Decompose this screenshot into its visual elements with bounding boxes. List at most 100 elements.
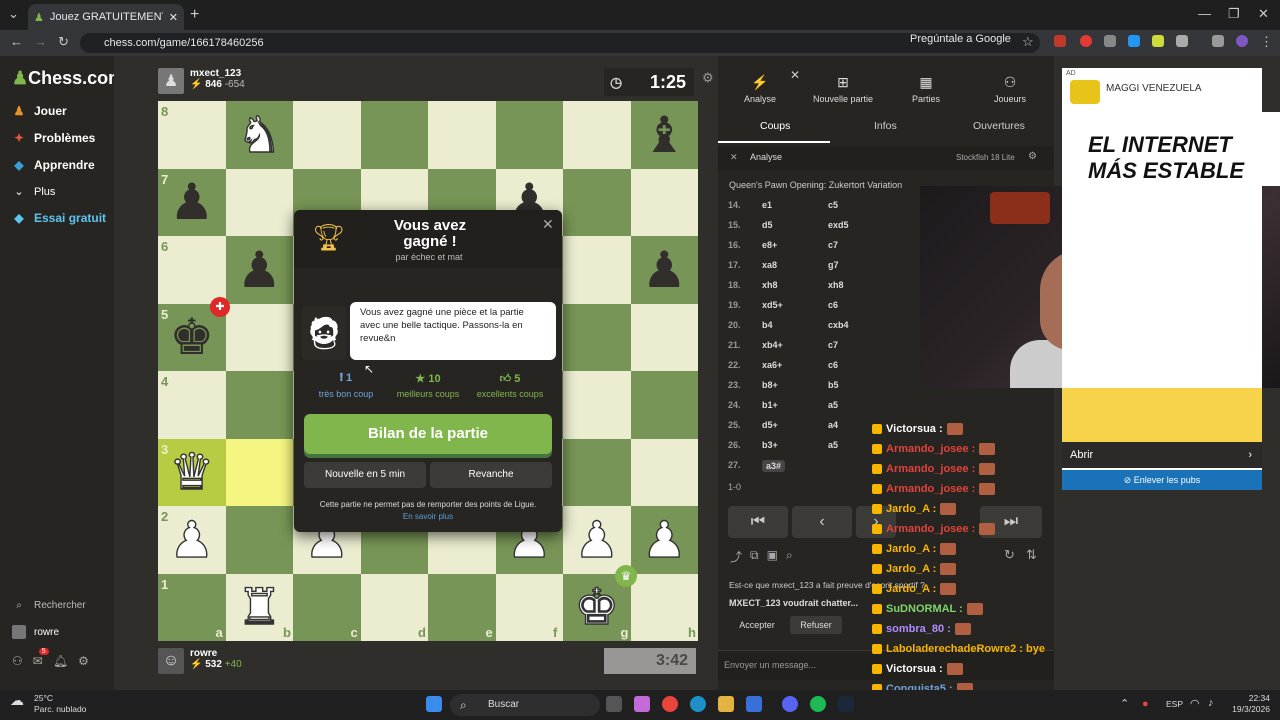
black-bishop-piece[interactable]: ♝ [631, 101, 699, 169]
black-move[interactable]: c5 [828, 200, 838, 210]
learn-more-link[interactable]: En savoir plus [304, 512, 552, 521]
extensions-puzzle-icon[interactable] [1176, 35, 1188, 47]
square-b7[interactable] [225, 168, 293, 236]
square-g4[interactable] [563, 371, 631, 439]
square-b3[interactable] [225, 438, 293, 506]
square-g5[interactable] [563, 303, 631, 371]
gear-icon[interactable]: ⚙ [1028, 151, 1037, 162]
square-h7[interactable] [630, 168, 698, 236]
avatar[interactable]: ♟ [158, 68, 184, 94]
black-move[interactable]: c6 [828, 360, 838, 370]
browser-tab[interactable]: ♟ Jouez GRATUITEMENT aux échecs ✕ [28, 4, 184, 30]
ad-brand[interactable]: MAGGI VENEZUELA [1106, 83, 1202, 94]
white-move[interactable]: b8+ [762, 380, 778, 390]
tab-analysis[interactable]: ⚡ Analyse [720, 74, 800, 104]
swap-icon[interactable]: ⇅ [1026, 547, 1037, 563]
close-tab-icon[interactable]: ✕ [169, 11, 178, 24]
white-move[interactable]: xb4+ [762, 340, 783, 350]
black-move[interactable]: b5 [828, 380, 839, 390]
steam-icon[interactable] [838, 696, 854, 712]
avatar[interactable]: ☺ [158, 648, 184, 674]
close-icon[interactable]: ✕ [542, 216, 554, 233]
extension-icon[interactable] [1104, 35, 1116, 47]
black-pawn-piece[interactable]: ♟ [158, 169, 226, 237]
white-move[interactable]: e8+ [762, 240, 777, 250]
forward-icon[interactable]: → [34, 34, 47, 49]
reload-icon[interactable]: ↻ [58, 34, 69, 50]
sidebar-profile[interactable]: rowre [12, 625, 59, 639]
gear-icon[interactable]: ⚙ [78, 654, 89, 668]
profile-avatar-icon[interactable] [1236, 35, 1248, 47]
square-g8[interactable] [563, 101, 631, 169]
white-move[interactable]: a3# [762, 460, 786, 472]
white-move[interactable]: xh8 [762, 280, 778, 290]
white-queen-piece[interactable]: ♛ [158, 439, 226, 507]
url-field[interactable]: chess.com/game/166178460256 [80, 33, 1040, 53]
white-knight-piece[interactable]: ♞ [226, 101, 294, 169]
subtab-moves[interactable]: Coups [760, 120, 790, 132]
copilot-icon[interactable] [634, 696, 650, 712]
white-move[interactable]: e1 [762, 200, 772, 210]
player-name[interactable]: mxect_123 [190, 68, 245, 79]
close-icon[interactable]: ✕ [730, 152, 738, 163]
black-move[interactable]: a5 [828, 400, 838, 410]
white-move[interactable]: b3+ [762, 440, 778, 450]
sidebar-item-more[interactable]: ⌄ Plus [12, 185, 55, 199]
black-move[interactable]: exd5 [828, 220, 849, 230]
square-e8[interactable] [428, 101, 496, 169]
share-icon[interactable]: ⤴ [730, 548, 742, 565]
new-tab-icon[interactable]: + [190, 6, 199, 24]
discord-icon[interactable] [782, 696, 798, 712]
white-move[interactable]: d5+ [762, 420, 778, 430]
chrome-icon[interactable] [662, 696, 678, 712]
wifi-icon[interactable]: ◠ [1190, 697, 1200, 710]
subtab-info[interactable]: Infos [874, 120, 897, 132]
image-icon[interactable]: ▣ [767, 548, 778, 565]
black-move[interactable]: c7 [828, 340, 838, 350]
black-move[interactable]: a4 [828, 420, 838, 430]
square-g6[interactable] [563, 236, 631, 304]
copy-icon[interactable]: ⧉ [750, 548, 759, 565]
square-c8[interactable] [293, 101, 361, 169]
white-move[interactable]: b1+ [762, 400, 778, 410]
remove-ads-button[interactable]: ⊘ Enlever les pubs [1062, 470, 1262, 490]
close-icon[interactable]: ✕ [790, 68, 800, 82]
square-b2[interactable] [225, 506, 293, 574]
player-name[interactable]: rowre [190, 648, 242, 659]
extension-icon[interactable] [1128, 35, 1140, 47]
opening-name[interactable]: Queen's Pawn Opening: Zukertort Variatio… [729, 180, 902, 190]
sidebar-item-play[interactable]: ♟ Jouer [12, 104, 67, 118]
browser-menu-icon[interactable]: ⋮ [1260, 34, 1273, 50]
extension-icon[interactable] [1054, 35, 1066, 47]
close-window-icon[interactable]: ✕ [1258, 6, 1269, 22]
task-view-icon[interactable] [606, 696, 622, 712]
back-icon[interactable]: ← [10, 34, 23, 49]
new-game-button[interactable]: Nouvelle en 5 min [304, 462, 426, 488]
square-h4[interactable] [630, 371, 698, 439]
square-f8[interactable] [495, 101, 563, 169]
edge-icon[interactable] [690, 696, 706, 712]
extension-icon[interactable] [1152, 35, 1164, 47]
white-pawn-piece[interactable]: ♟ [158, 506, 226, 574]
refuse-chat-button[interactable]: Refuser [790, 616, 842, 634]
google-lens-button[interactable]: Pregúntale a Google [910, 33, 1011, 45]
white-move[interactable]: xa6+ [762, 360, 782, 370]
language-indicator[interactable]: ESP [1166, 699, 1183, 709]
square-g3[interactable] [563, 438, 631, 506]
chevron-up-icon[interactable]: ⌃ [1120, 697, 1129, 710]
zoom-icon[interactable]: ⌕ [786, 548, 793, 565]
taskbar-clock[interactable]: 22:34 19/3/2026 [1226, 693, 1270, 715]
white-rook-piece[interactable]: ♜ [226, 574, 294, 642]
spotify-icon[interactable] [810, 696, 826, 712]
sidebar-item-puzzles[interactable]: ✦ Problèmes [12, 131, 95, 145]
board-settings-gear-icon[interactable]: ⚙ [702, 70, 714, 86]
square-h5[interactable] [630, 303, 698, 371]
taskbar-search[interactable]: ⌕ Buscar [450, 694, 600, 716]
white-move[interactable]: xd5+ [762, 300, 783, 310]
white-pawn-piece[interactable]: ♟ [631, 506, 699, 574]
black-move[interactable]: a5 [828, 440, 838, 450]
ad-image[interactable] [1062, 388, 1262, 442]
mail-icon[interactable] [746, 696, 762, 712]
square-b5[interactable] [225, 303, 293, 371]
tab-games[interactable]: ▦ Parties [886, 74, 966, 104]
